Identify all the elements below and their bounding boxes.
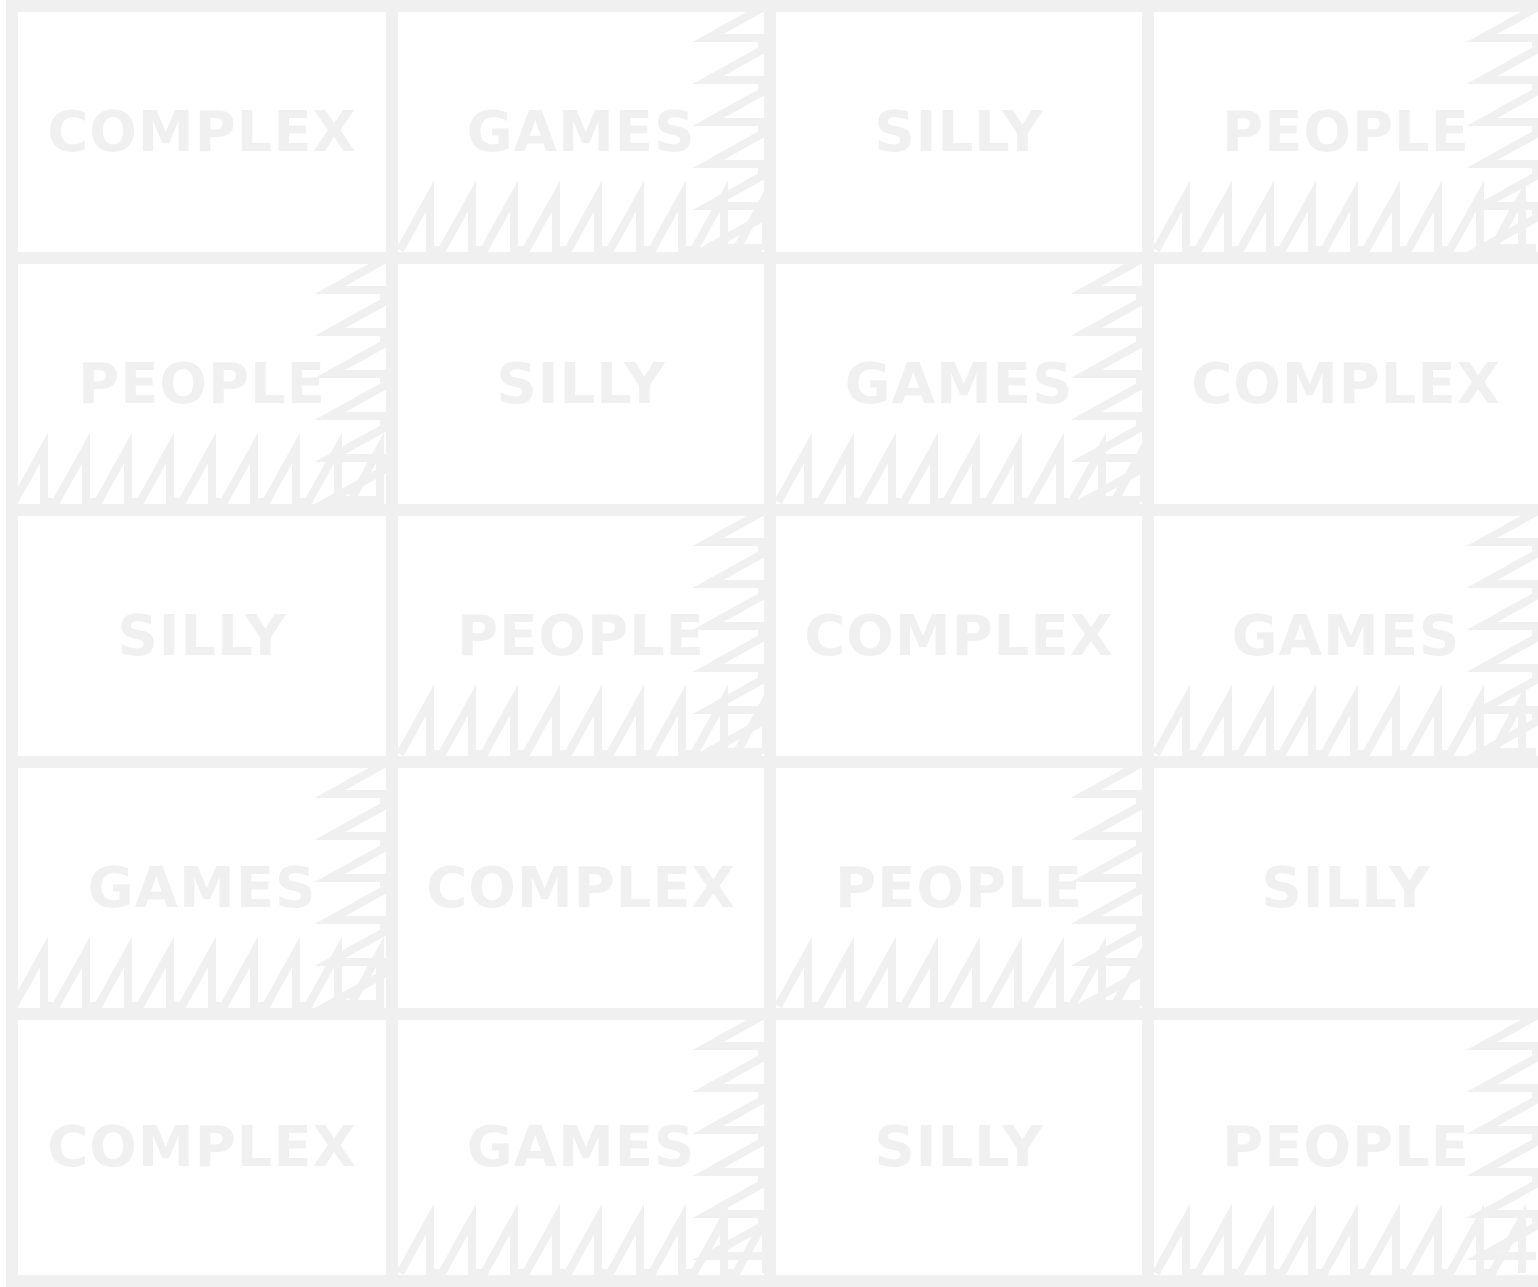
tile-word: PEOPLE [457, 603, 705, 669]
tile-word: SILLY [874, 1115, 1044, 1180]
tile-word: SILLY [117, 603, 287, 669]
tile-word: PEOPLE [1222, 1115, 1470, 1180]
tile-word: SILLY [874, 99, 1044, 165]
word-tile: PEOPLE [6, 252, 398, 516]
word-tile: SILLY [1142, 756, 1538, 1020]
tile-word: PEOPLE [835, 855, 1083, 921]
tile-word: SILLY [496, 351, 666, 417]
tile-word: SILLY [1261, 855, 1431, 921]
tile-word: COMPLEX [47, 99, 357, 165]
tile-word: COMPLEX [47, 1115, 357, 1180]
tile-word: GAMES [844, 351, 1074, 417]
word-tile: PEOPLE [764, 756, 1154, 1020]
word-tile: PEOPLE [1142, 0, 1538, 264]
word-tile: COMPLEX [764, 504, 1154, 768]
word-tile: COMPLEX [6, 0, 398, 264]
tile-word: GAMES [466, 99, 696, 165]
tile-word: PEOPLE [1222, 99, 1470, 165]
word-tile: GAMES [1142, 504, 1538, 768]
tile-word: COMPLEX [804, 603, 1114, 669]
word-tile: SILLY [764, 0, 1154, 264]
word-tile: COMPLEX [1142, 252, 1538, 516]
word-tile: GAMES [386, 1008, 776, 1287]
word-tile: GAMES [6, 756, 398, 1020]
word-tile: COMPLEX [6, 1008, 398, 1287]
word-tile: PEOPLE [1142, 1008, 1538, 1287]
word-tile: COMPLEX [386, 756, 776, 1020]
word-tile: SILLY [386, 252, 776, 516]
word-tile: GAMES [386, 0, 776, 264]
word-tile: PEOPLE [386, 504, 776, 768]
word-tile: SILLY [764, 1008, 1154, 1287]
tile-word: GAMES [1231, 603, 1461, 669]
word-tile: GAMES [764, 252, 1154, 516]
tile-word: PEOPLE [78, 351, 326, 417]
word-tile: SILLY [6, 504, 398, 768]
tile-word: GAMES [87, 855, 317, 921]
tile-word: COMPLEX [1191, 351, 1501, 417]
tile-word: GAMES [466, 1115, 696, 1180]
word-tile-pattern: COMPLEX GAMES SILLY PEOPLE PEOPLE SILLY GAMES C… [0, 0, 1538, 1287]
tile-word: COMPLEX [426, 855, 736, 921]
